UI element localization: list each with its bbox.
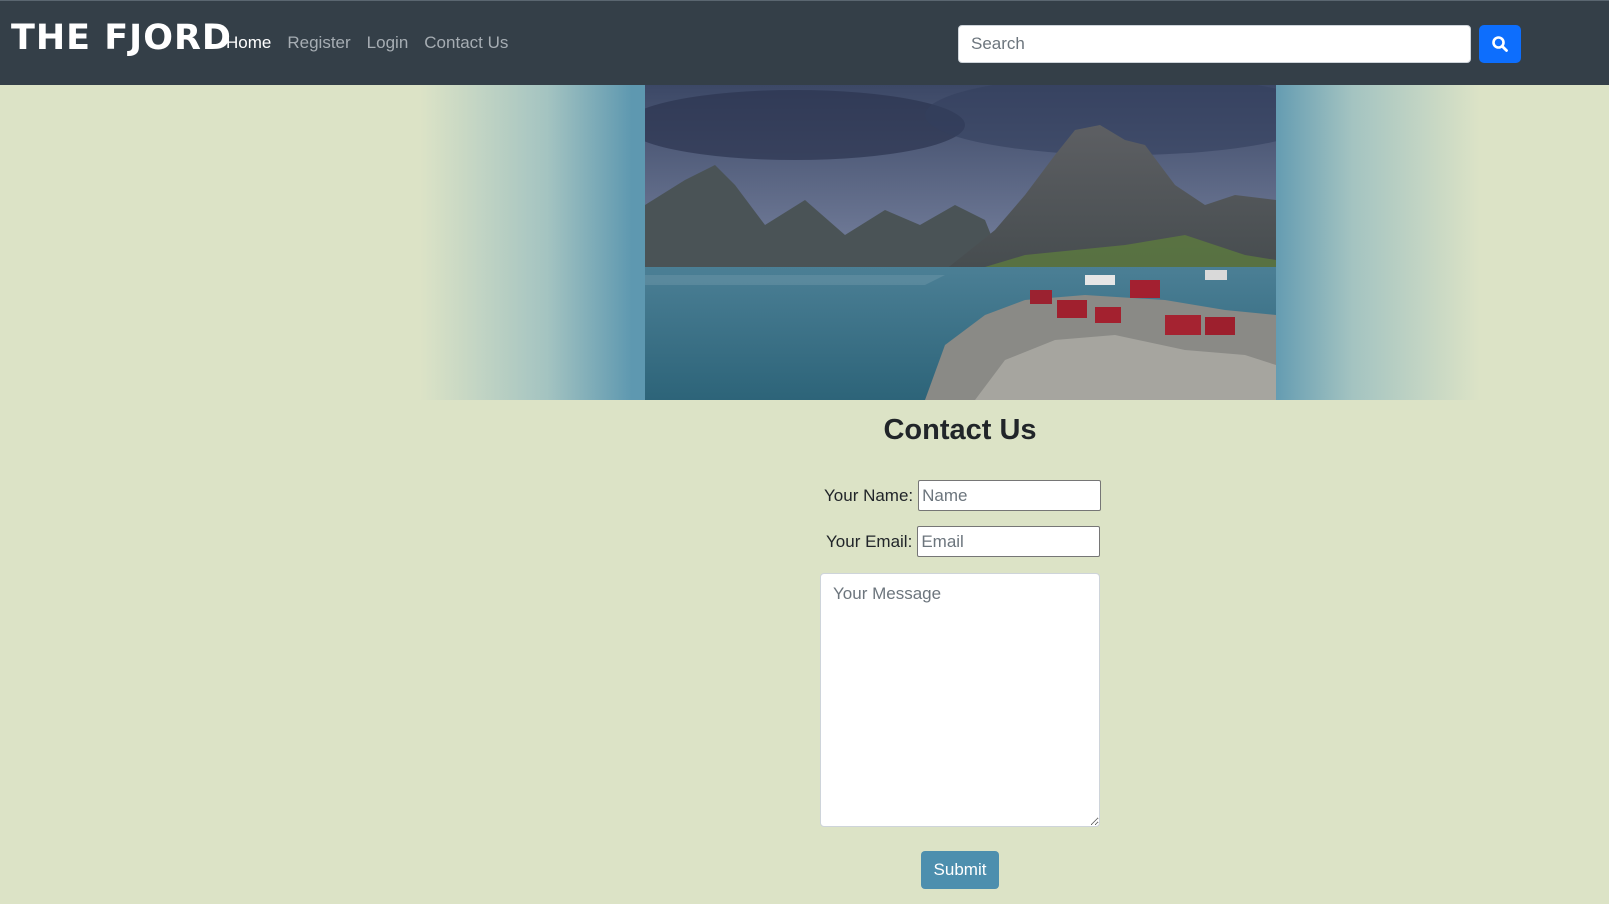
email-field[interactable]	[917, 526, 1101, 557]
name-field[interactable]	[918, 480, 1102, 511]
email-row: Your Email:	[826, 526, 1101, 557]
contact-section-header: Contact Us	[760, 414, 1160, 447]
nav-link-login[interactable]: Login	[367, 31, 409, 55]
brand-name: THE FJORD	[11, 18, 232, 58]
message-textarea[interactable]	[820, 573, 1100, 827]
email-label: Your Email:	[826, 531, 913, 551]
nav-link-register[interactable]: Register	[287, 31, 350, 55]
search-button[interactable]	[1479, 25, 1521, 63]
top-navbar: THE FJORD Home Register Login Contact Us	[0, 0, 1609, 85]
name-label: Your Name:	[824, 485, 914, 505]
search-icon	[1492, 36, 1508, 52]
main-nav: Home Register Login Contact Us	[226, 31, 524, 55]
fjord-landscape-photo	[645, 85, 1276, 400]
nav-link-contact-us[interactable]: Contact Us	[424, 31, 508, 55]
hero-image	[645, 85, 1276, 400]
nav-link-home[interactable]: Home	[226, 31, 271, 55]
name-row: Your Name:	[824, 480, 1102, 511]
brand-logo[interactable]: THE FJORD	[11, 18, 232, 58]
submit-button[interactable]: Submit	[921, 851, 999, 889]
page-title: Contact Us	[883, 414, 1037, 446]
search-input[interactable]	[958, 25, 1471, 63]
